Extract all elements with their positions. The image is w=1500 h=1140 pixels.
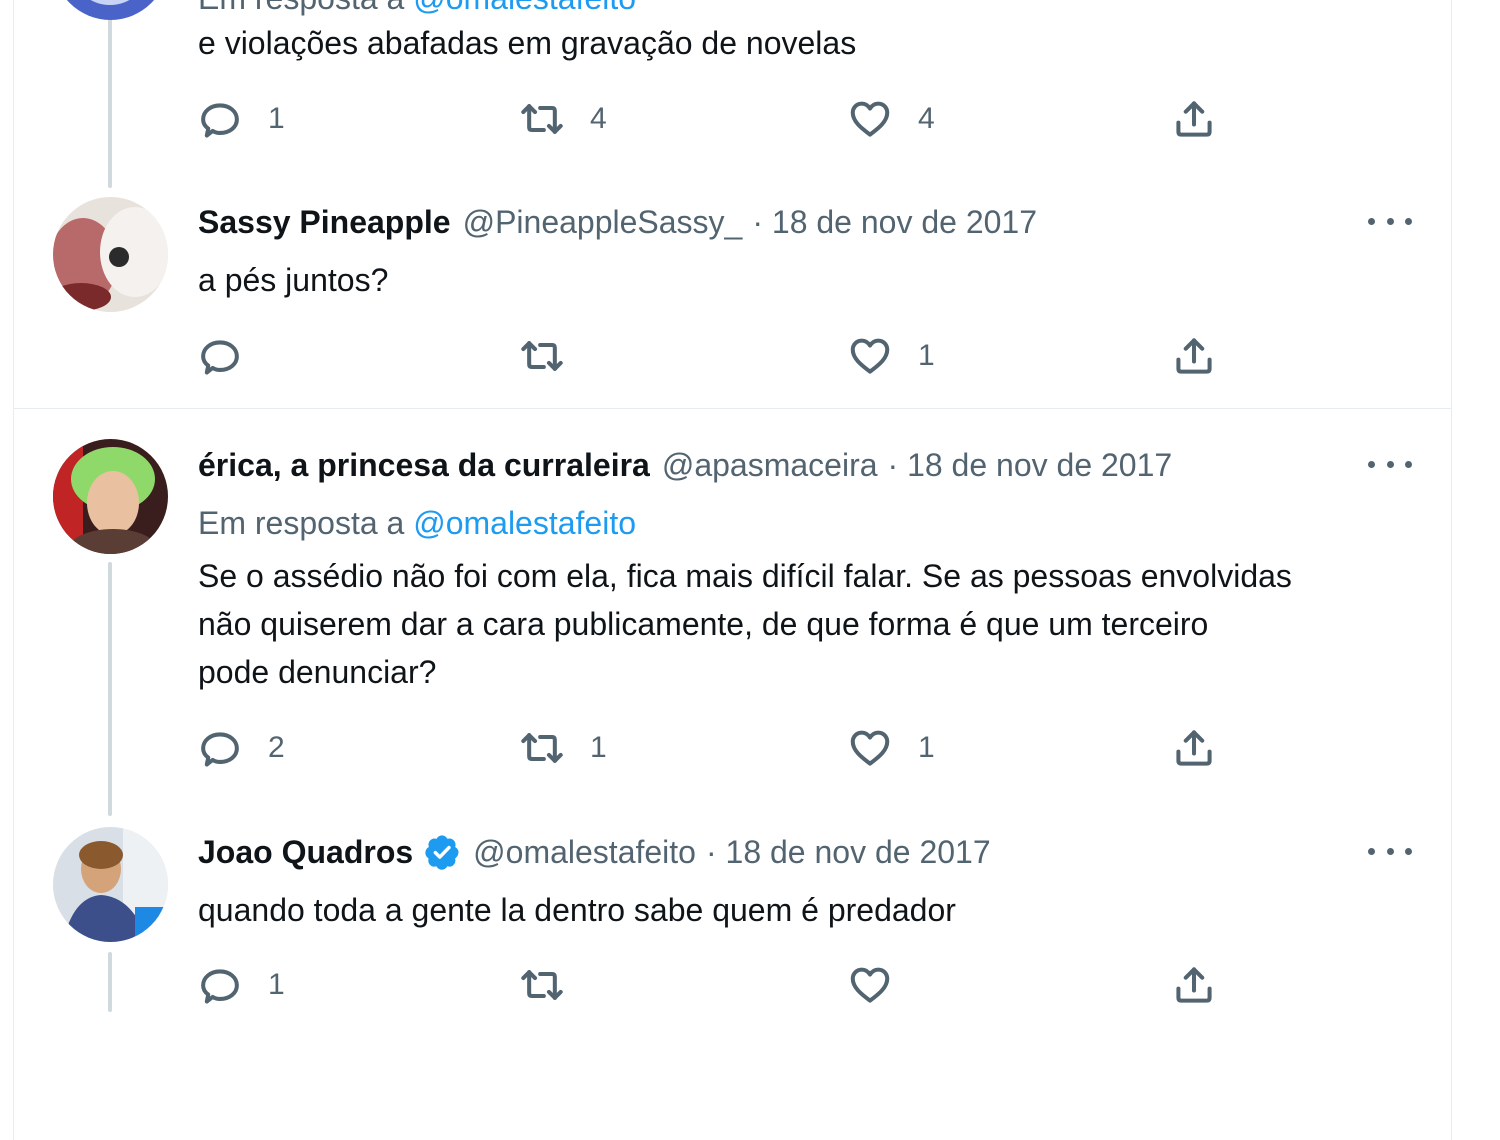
reply-count: 1 [268, 102, 285, 135]
reply-mention-link[interactable]: @omalestafeito [413, 505, 636, 541]
heart-icon [850, 967, 890, 1003]
thread-line [108, 0, 112, 188]
retweet-button[interactable]: 1 [520, 725, 607, 771]
tweet-text: a pés juntos? [198, 262, 389, 298]
like-button[interactable]: 1 [848, 333, 935, 379]
handle[interactable]: @omalestafeito [473, 832, 696, 872]
tweet-separator [13, 408, 1452, 409]
like-count: 4 [918, 102, 935, 135]
reply-icon [201, 340, 239, 375]
avatar[interactable] [53, 197, 168, 312]
share-button[interactable] [1172, 96, 1216, 142]
tweet-text: e violações abafadas em gravação de nove… [198, 25, 857, 61]
reply-count: 2 [268, 731, 285, 764]
avatar[interactable] [53, 827, 168, 942]
retweet-icon [521, 341, 563, 371]
tweet-header: Sassy Pineapple @PineappleSassy_ · 18 de… [198, 202, 1037, 242]
tweet-text: quando toda a gente la dentro sabe quem … [198, 892, 956, 928]
like-count: 1 [918, 731, 935, 764]
handle[interactable]: @apasmaceira [662, 445, 878, 485]
more-icon [1368, 460, 1375, 468]
more-icon [1368, 217, 1375, 225]
heart-icon [850, 338, 890, 374]
tweet-actions: 1 [198, 962, 1298, 1008]
reply-count: 1 [268, 968, 285, 1001]
thread-line [108, 952, 112, 1012]
reply-button[interactable]: 1 [198, 962, 285, 1008]
heart-icon [850, 730, 890, 766]
timestamp[interactable]: · 18 de nov de 2017 [706, 832, 991, 872]
retweet-count: 1 [590, 731, 607, 764]
tweet-text: Se o assédio não foi com ela, fica mais … [198, 558, 1292, 690]
tweet-header: Joao Quadros @omalestafeito · 18 de nov … [198, 832, 991, 872]
retweet-count: 4 [590, 102, 607, 135]
share-button[interactable] [1172, 333, 1216, 379]
reply-icon [201, 103, 239, 138]
tweet-actions: 2 1 1 [198, 725, 1298, 771]
retweet-icon [521, 970, 563, 1000]
handle[interactable]: @PineappleSassy_ [463, 202, 743, 242]
tweet-actions: 1 4 4 [198, 96, 1298, 142]
reply-prefix: Em resposta a [198, 0, 404, 16]
more-options-button[interactable] [1368, 454, 1412, 474]
avatar[interactable] [53, 439, 168, 554]
reply-prefix: Em resposta a [198, 505, 405, 541]
more-options-button[interactable] [1368, 211, 1412, 231]
tweet-header: érica, a princesa da curraleira @apasmac… [198, 445, 1172, 485]
reply-icon [201, 969, 239, 1004]
reply-context: Em resposta a @omalestafeito [198, 503, 636, 543]
share-button[interactable] [1172, 962, 1216, 1008]
timestamp[interactable]: · 18 de nov de 2017 [888, 445, 1173, 485]
verified-badge-icon [425, 835, 459, 870]
share-icon [1176, 730, 1212, 766]
share-icon [1176, 338, 1212, 374]
reply-button[interactable]: 1 [198, 96, 285, 142]
reply-mention-link[interactable]: @omalestafeito [413, 0, 636, 16]
share-button[interactable] [1172, 725, 1216, 771]
retweet-icon [521, 104, 563, 134]
tweet-actions: 1 [198, 333, 1298, 379]
timestamp[interactable]: · 18 de nov de 2017 [752, 202, 1037, 242]
share-icon [1176, 101, 1212, 137]
like-button[interactable] [848, 962, 918, 1008]
display-name[interactable]: Sassy Pineapple [198, 202, 451, 242]
reply-button[interactable] [198, 333, 268, 379]
reply-icon [201, 732, 239, 767]
retweet-button[interactable]: 4 [520, 96, 607, 142]
reply-button[interactable]: 2 [198, 725, 285, 771]
retweet-button[interactable] [520, 333, 590, 379]
more-icon [1368, 847, 1375, 855]
display-name[interactable]: Joao Quadros [198, 832, 413, 872]
share-icon [1176, 967, 1212, 1003]
retweet-icon [521, 733, 563, 763]
display-name[interactable]: érica, a princesa da curraleira [198, 445, 650, 485]
thread-line [108, 562, 112, 816]
like-count: 1 [918, 339, 935, 372]
reply-context: Em resposta a @omalestafeito [198, 0, 636, 18]
like-button[interactable]: 4 [848, 96, 935, 142]
heart-icon [850, 101, 890, 137]
like-button[interactable]: 1 [848, 725, 935, 771]
retweet-button[interactable] [520, 962, 590, 1008]
more-options-button[interactable] [1368, 841, 1412, 861]
